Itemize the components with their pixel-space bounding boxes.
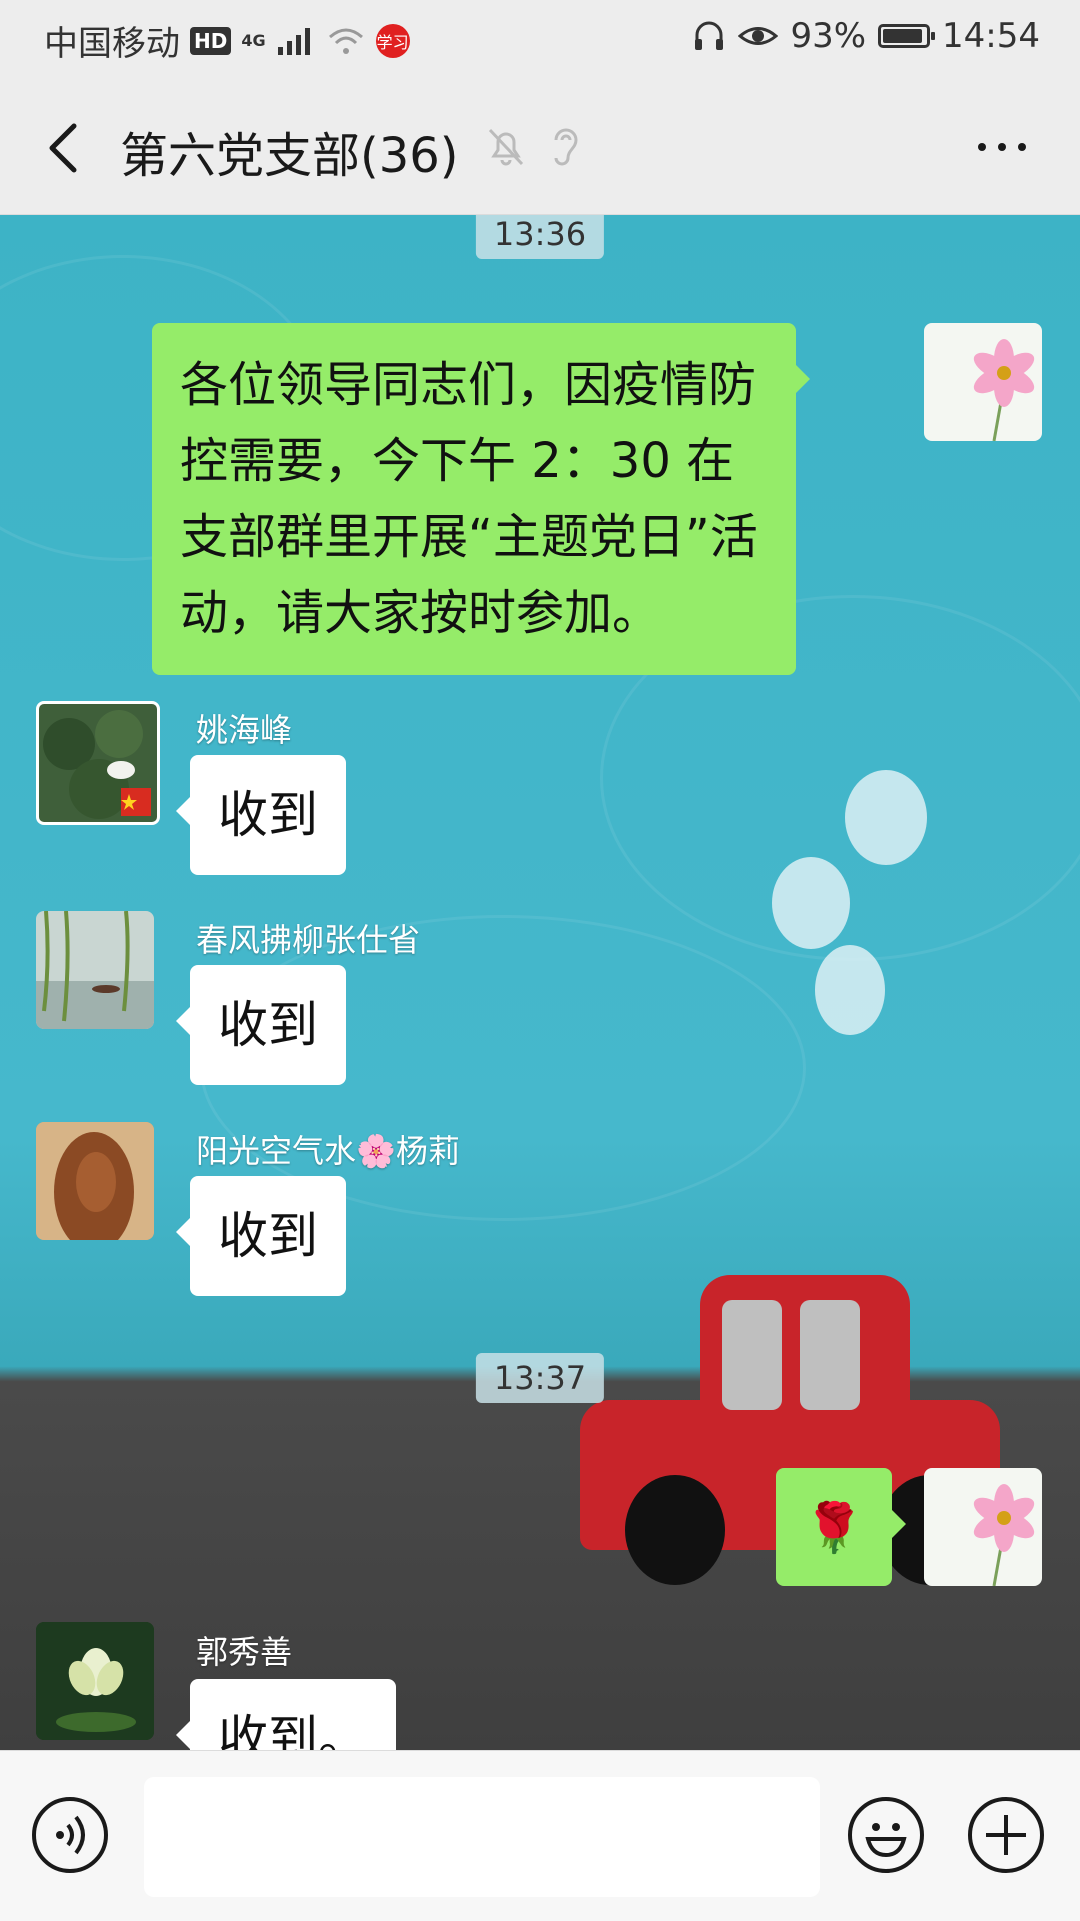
ear-receiver-icon: [554, 128, 578, 166]
car-wheel: [625, 1475, 725, 1585]
avatar-guo[interactable]: [36, 1622, 154, 1740]
message-input[interactable]: [144, 1777, 820, 1897]
battery-level: [883, 29, 922, 43]
status-bar: 中国移动 HD 4G 学习 93% 14:54: [0, 0, 1080, 74]
signal-icon: [277, 27, 310, 55]
message-text: 收到: [218, 996, 318, 1054]
smiley-icon: [865, 1823, 907, 1858]
voice-input-button[interactable]: [32, 1797, 108, 1873]
message-text: 收到: [218, 786, 318, 844]
portrait-photo-icon: [36, 1122, 154, 1240]
rose-emoji: 🌹: [804, 1499, 864, 1556]
hd-badge: HD: [190, 26, 232, 55]
headphones-icon: [695, 21, 724, 50]
sender-name: 郭秀善: [196, 1633, 293, 1671]
car-window: [800, 1300, 860, 1410]
message-bubble-outgoing[interactable]: 各位领导同志们，因疫情防控需要，今下午 2：30 在支部群里开展“主题党日”活动…: [152, 323, 810, 675]
eye-icon: [738, 27, 779, 45]
pink-flower-icon: [973, 339, 1035, 441]
smoke-puff: [845, 770, 927, 865]
message-bubble-incoming[interactable]: 收到: [176, 1176, 346, 1296]
input-bar: [0, 1750, 1080, 1921]
timestamp: 13:37: [475, 1353, 605, 1403]
message-bubble-outgoing[interactable]: 🌹: [776, 1468, 906, 1586]
avatar-yao[interactable]: [36, 701, 160, 825]
plus-icon: [986, 1815, 1026, 1855]
chat-header: 第六党支部(36): [0, 74, 1080, 215]
timestamp: 13:36: [475, 215, 605, 259]
battery-percent: 93%: [790, 16, 867, 56]
message-text: 收到: [218, 1207, 318, 1265]
mute-bell-icon: [488, 128, 524, 166]
chat-area[interactable]: 13:36 各位领导同志们，因疫情防控需要，今下午 2：30 在支部群里开展“主…: [0, 215, 1080, 1750]
more-options-icon[interactable]: [974, 132, 1030, 162]
back-arrow-icon[interactable]: [40, 118, 90, 178]
avatar-yang[interactable]: [36, 1122, 154, 1240]
pink-flower-icon: [973, 1484, 1035, 1586]
message-bubble-incoming[interactable]: 收到。: [176, 1679, 396, 1750]
more-functions-button[interactable]: [968, 1797, 1044, 1873]
sender-name: 阳光空气水🌸杨莉: [196, 1132, 460, 1170]
emoji-button[interactable]: [848, 1797, 924, 1873]
study-app-icon: 学习: [375, 23, 410, 58]
message-text: 收到。: [218, 1710, 368, 1750]
voice-icon: [56, 1815, 85, 1855]
message-text: 各位领导同志们，因疫情防控需要，今下午 2：30 在支部群里开展“主题党日”活动…: [180, 357, 758, 641]
my-avatar[interactable]: [924, 1468, 1042, 1586]
smoke-puff: [772, 857, 850, 949]
willow-lake-icon: [36, 911, 154, 1029]
battery-icon: [878, 24, 936, 48]
car-window: [722, 1300, 782, 1410]
chat-title: 第六党支部(36): [120, 128, 459, 184]
carrier-name: 中国移动: [44, 24, 180, 64]
sender-name: 春风拂柳张仕省: [196, 921, 421, 959]
message-bubble-incoming[interactable]: 收到: [176, 755, 346, 875]
smoke-puff: [815, 945, 885, 1035]
wifi-icon: [328, 28, 363, 54]
my-avatar[interactable]: [924, 323, 1042, 441]
network-type: 4G: [241, 30, 266, 50]
clock: 14:54: [942, 16, 1040, 56]
avatar-zhang[interactable]: [36, 911, 154, 1029]
white-lotus-icon: [36, 1622, 154, 1740]
lotus-pond-icon: [43, 710, 151, 819]
sender-name: 姚海峰: [196, 711, 293, 749]
message-bubble-incoming[interactable]: 收到: [176, 965, 346, 1085]
